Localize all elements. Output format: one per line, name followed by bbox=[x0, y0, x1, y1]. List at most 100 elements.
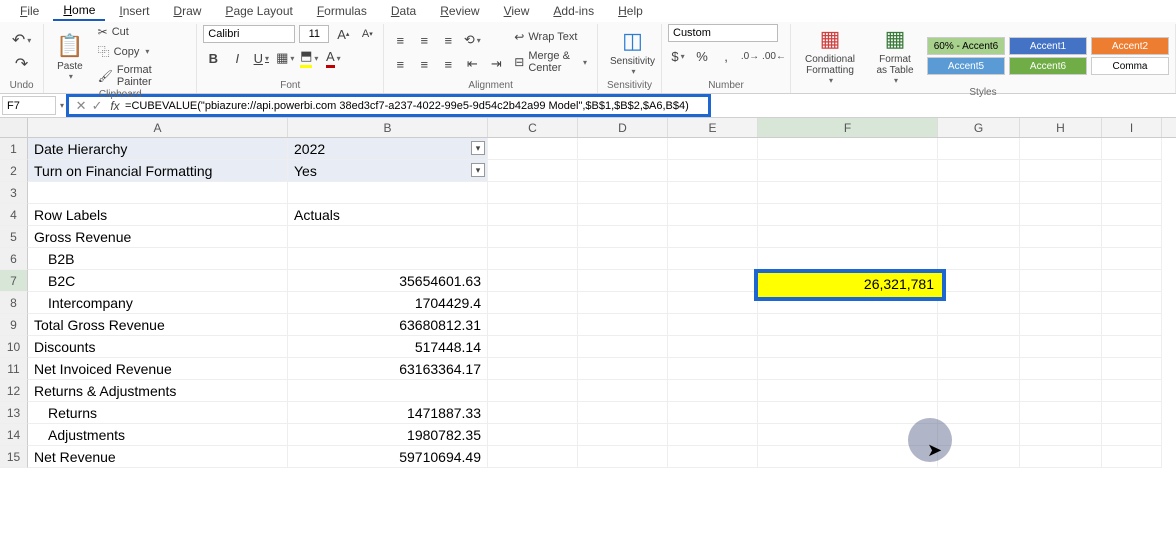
cell-I12[interactable] bbox=[1102, 380, 1162, 402]
cell-E13[interactable] bbox=[668, 402, 758, 424]
cell-A1[interactable]: Date Hierarchy bbox=[28, 138, 288, 160]
cell-H1[interactable] bbox=[1020, 138, 1102, 160]
cell-H11[interactable] bbox=[1020, 358, 1102, 380]
cell-I9[interactable] bbox=[1102, 314, 1162, 336]
underline-button[interactable]: U▾ bbox=[251, 48, 271, 68]
accounting-format-button[interactable]: $▾ bbox=[668, 46, 688, 66]
cell-F12[interactable] bbox=[758, 380, 938, 402]
cell-E5[interactable] bbox=[668, 226, 758, 248]
row-header-15[interactable]: 15 bbox=[0, 446, 28, 468]
row-header-9[interactable]: 9 bbox=[0, 314, 28, 336]
menu-item-view[interactable]: View bbox=[494, 2, 540, 20]
cell-G5[interactable] bbox=[938, 226, 1020, 248]
increase-indent-button[interactable]: ⇥ bbox=[486, 54, 506, 74]
menu-item-page-layout[interactable]: Page Layout bbox=[215, 2, 302, 20]
menu-item-formulas[interactable]: Formulas bbox=[307, 2, 377, 20]
row-header-8[interactable]: 8 bbox=[0, 292, 28, 314]
cell-B6[interactable] bbox=[288, 248, 488, 270]
column-header-F[interactable]: F bbox=[758, 118, 938, 137]
cell-D12[interactable] bbox=[578, 380, 668, 402]
font-size-input[interactable] bbox=[299, 25, 329, 43]
cell-F6[interactable] bbox=[758, 248, 938, 270]
cell-I14[interactable] bbox=[1102, 424, 1162, 446]
column-header-G[interactable]: G bbox=[938, 118, 1020, 137]
cell-style-accent1[interactable]: Accent1 bbox=[1009, 37, 1087, 55]
select-all-corner[interactable] bbox=[0, 118, 28, 137]
row-header-7[interactable]: 7 bbox=[0, 270, 28, 292]
decrease-font-button[interactable]: A▾ bbox=[357, 24, 377, 44]
cell-B2[interactable]: Yes▾ bbox=[288, 160, 488, 182]
cell-C15[interactable] bbox=[488, 446, 578, 468]
column-header-E[interactable]: E bbox=[668, 118, 758, 137]
cell-G6[interactable] bbox=[938, 248, 1020, 270]
cell-I7[interactable] bbox=[1102, 270, 1162, 292]
cell-F3[interactable] bbox=[758, 182, 938, 204]
cell-E7[interactable] bbox=[668, 270, 758, 292]
cell-I1[interactable] bbox=[1102, 138, 1162, 160]
cell-A15[interactable]: Net Revenue bbox=[28, 446, 288, 468]
cell-I8[interactable] bbox=[1102, 292, 1162, 314]
cell-D1[interactable] bbox=[578, 138, 668, 160]
column-header-A[interactable]: A bbox=[28, 118, 288, 137]
increase-decimal-button[interactable]: .0→ bbox=[740, 46, 760, 66]
cell-G2[interactable] bbox=[938, 160, 1020, 182]
cell-I6[interactable] bbox=[1102, 248, 1162, 270]
menu-item-home[interactable]: Home bbox=[53, 1, 105, 21]
cell-C13[interactable] bbox=[488, 402, 578, 424]
cell-I13[interactable] bbox=[1102, 402, 1162, 424]
filter-icon[interactable]: ▾ bbox=[471, 141, 485, 155]
cell-H13[interactable] bbox=[1020, 402, 1102, 424]
fill-color-button[interactable]: ⬒▾ bbox=[299, 48, 319, 68]
align-bottom-button[interactable]: ≡ bbox=[438, 30, 458, 50]
cell-C4[interactable] bbox=[488, 204, 578, 226]
menu-item-help[interactable]: Help bbox=[608, 2, 653, 20]
cell-D15[interactable] bbox=[578, 446, 668, 468]
cell-H9[interactable] bbox=[1020, 314, 1102, 336]
cell-C2[interactable] bbox=[488, 160, 578, 182]
cell-style-comma[interactable]: Comma bbox=[1091, 57, 1169, 75]
cell-C6[interactable] bbox=[488, 248, 578, 270]
cell-G15[interactable] bbox=[938, 446, 1020, 468]
row-header-14[interactable]: 14 bbox=[0, 424, 28, 446]
cell-G10[interactable] bbox=[938, 336, 1020, 358]
align-top-button[interactable]: ≡ bbox=[390, 30, 410, 50]
cell-I5[interactable] bbox=[1102, 226, 1162, 248]
cell-A5[interactable]: Gross Revenue bbox=[28, 226, 288, 248]
cell-C10[interactable] bbox=[488, 336, 578, 358]
menu-item-add-ins[interactable]: Add-ins bbox=[543, 2, 604, 20]
cell-D14[interactable] bbox=[578, 424, 668, 446]
cell-H7[interactable] bbox=[1020, 270, 1102, 292]
cell-G1[interactable] bbox=[938, 138, 1020, 160]
cell-E6[interactable] bbox=[668, 248, 758, 270]
cell-C11[interactable] bbox=[488, 358, 578, 380]
cell-G9[interactable] bbox=[938, 314, 1020, 336]
cell-E2[interactable] bbox=[668, 160, 758, 182]
align-right-button[interactable]: ≡ bbox=[438, 54, 458, 74]
cell-F4[interactable] bbox=[758, 204, 938, 226]
menu-item-data[interactable]: Data bbox=[381, 2, 426, 20]
row-header-13[interactable]: 13 bbox=[0, 402, 28, 424]
decrease-indent-button[interactable]: ⇤ bbox=[462, 54, 482, 74]
cell-H2[interactable] bbox=[1020, 160, 1102, 182]
cell-B12[interactable] bbox=[288, 380, 488, 402]
increase-font-button[interactable]: A▴ bbox=[333, 24, 353, 44]
cell-D2[interactable] bbox=[578, 160, 668, 182]
column-header-I[interactable]: I bbox=[1102, 118, 1162, 137]
cell-B15[interactable]: 59710694.49 bbox=[288, 446, 488, 468]
cell-A2[interactable]: Turn on Financial Formatting bbox=[28, 160, 288, 182]
column-header-D[interactable]: D bbox=[578, 118, 668, 137]
cut-button[interactable]: ✂Cut bbox=[94, 24, 191, 40]
cell-C14[interactable] bbox=[488, 424, 578, 446]
cell-C8[interactable] bbox=[488, 292, 578, 314]
cell-C3[interactable] bbox=[488, 182, 578, 204]
font-name-input[interactable] bbox=[203, 25, 295, 43]
cell-style-accent5[interactable]: Accent5 bbox=[927, 57, 1005, 75]
cell-I3[interactable] bbox=[1102, 182, 1162, 204]
bold-button[interactable]: B bbox=[203, 48, 223, 68]
cell-D9[interactable] bbox=[578, 314, 668, 336]
decrease-decimal-button[interactable]: .00← bbox=[764, 46, 784, 66]
cell-F13[interactable] bbox=[758, 402, 938, 424]
cell-H4[interactable] bbox=[1020, 204, 1102, 226]
cell-E14[interactable] bbox=[668, 424, 758, 446]
cell-A12[interactable]: Returns & Adjustments bbox=[28, 380, 288, 402]
